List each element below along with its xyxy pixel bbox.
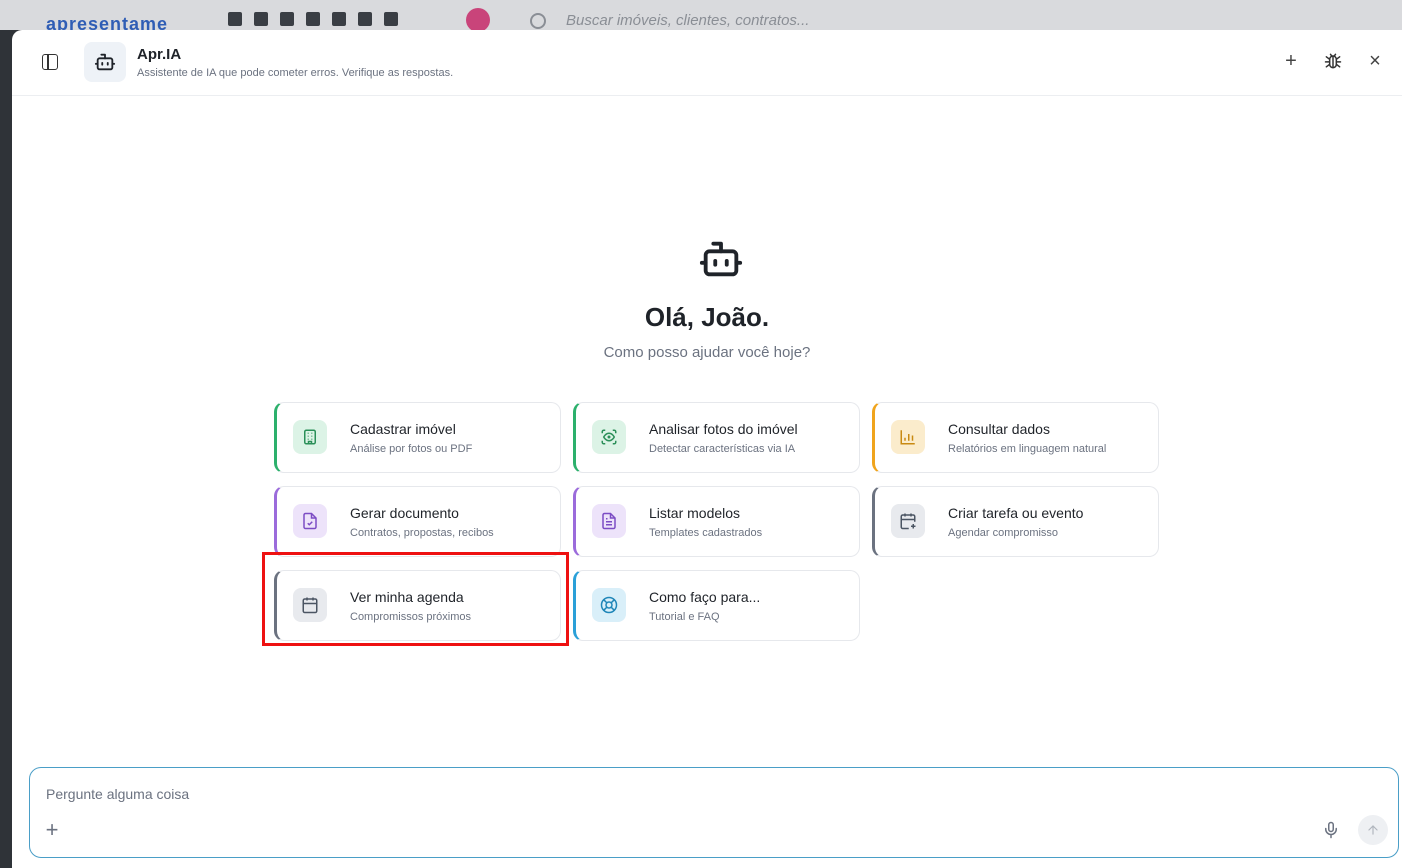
modal-header: Apr.IA Assistente de IA que pode cometer… xyxy=(12,30,1402,96)
microphone-button[interactable] xyxy=(1322,820,1342,842)
bank-icon xyxy=(384,12,398,26)
debug-button[interactable] xyxy=(1322,50,1344,72)
card-subtitle: Agendar compromisso xyxy=(948,527,1059,539)
scan-eye-icon xyxy=(592,420,626,454)
card-title: Listar modelos xyxy=(649,505,741,521)
grid-icon xyxy=(228,12,242,26)
attach-button[interactable]: + xyxy=(42,819,62,841)
mail-icon xyxy=(332,12,346,26)
chat-composer: + xyxy=(29,767,1399,858)
card-title: Ver minha agenda xyxy=(350,589,464,605)
card-analyze-photos[interactable]: Analisar fotos do imóvel Detectar caract… xyxy=(573,402,860,473)
assistant-disclaimer: Assistente de IA que pode cometer erros.… xyxy=(137,67,454,79)
lifebuoy-icon xyxy=(592,588,626,622)
card-subtitle: Contratos, propostas, recibos xyxy=(350,527,494,539)
greeting-subtitle: Como posso ajudar você hoje? xyxy=(603,344,811,361)
assistant-title: Apr.IA xyxy=(137,46,182,63)
users-icon xyxy=(280,12,294,26)
background-topbar: apresentame Buscar imóveis, clientes, co… xyxy=(0,0,1402,34)
card-subtitle: Relatórios em linguagem natural xyxy=(948,443,1107,455)
card-create-task[interactable]: Criar tarefa ou evento Agendar compromis… xyxy=(872,486,1159,557)
hero-bot-icon xyxy=(698,236,744,287)
card-title: Analisar fotos do imóvel xyxy=(649,421,798,437)
card-view-agenda[interactable]: Ver minha agenda Compromissos próximos xyxy=(274,570,561,641)
calendar-plus-icon xyxy=(891,504,925,538)
card-title: Gerar documento xyxy=(350,505,459,521)
file-check-icon xyxy=(293,504,327,538)
bar-chart-icon xyxy=(891,420,925,454)
card-subtitle: Análise por fotos ou PDF xyxy=(350,443,473,455)
ai-assistant-modal: Apr.IA Assistente de IA que pode cometer… xyxy=(12,30,1402,868)
building-icon xyxy=(293,420,327,454)
chat-input[interactable] xyxy=(46,786,1246,802)
calendar-icon xyxy=(358,12,372,26)
card-generate-document[interactable]: Gerar documento Contratos, propostas, re… xyxy=(274,486,561,557)
calendar-icon xyxy=(293,588,327,622)
card-subtitle: Detectar características via IA xyxy=(649,443,796,455)
bot-icon xyxy=(94,53,116,71)
card-title: Como faço para... xyxy=(649,589,761,605)
file-text-icon xyxy=(592,504,626,538)
background-avatar xyxy=(466,8,490,32)
card-title: Cadastrar imóvel xyxy=(350,421,456,437)
send-button[interactable] xyxy=(1358,815,1388,845)
card-query-data[interactable]: Consultar dados Relatórios em linguagem … xyxy=(872,402,1159,473)
card-list-templates[interactable]: Listar modelos Templates cadastrados xyxy=(573,486,860,557)
background-toolbar-icons xyxy=(228,12,398,26)
card-title: Criar tarefa ou evento xyxy=(948,505,1084,521)
sidebar-toggle-icon[interactable] xyxy=(42,54,58,70)
header-actions: + × xyxy=(1280,50,1386,72)
new-chat-button[interactable]: + xyxy=(1280,50,1302,72)
background-search: Buscar imóveis, clientes, contratos... xyxy=(530,12,809,29)
greeting-title: Olá, João. xyxy=(644,302,770,332)
card-subtitle: Compromissos próximos xyxy=(350,611,472,623)
close-button[interactable]: × xyxy=(1364,50,1386,72)
arrow-up-icon xyxy=(1368,825,1378,835)
assistant-avatar xyxy=(84,42,126,82)
link-icon xyxy=(306,12,320,26)
card-register-property[interactable]: Cadastrar imóvel Análise por fotos ou PD… xyxy=(274,402,561,473)
card-how-to[interactable]: Como faço para... Tutorial e FAQ xyxy=(573,570,860,641)
card-subtitle: Tutorial e FAQ xyxy=(649,611,720,623)
bug-icon xyxy=(1324,53,1342,69)
card-title: Consultar dados xyxy=(948,421,1050,437)
microphone-icon xyxy=(1325,821,1337,839)
bell-icon xyxy=(254,12,268,26)
card-subtitle: Templates cadastrados xyxy=(649,527,763,539)
